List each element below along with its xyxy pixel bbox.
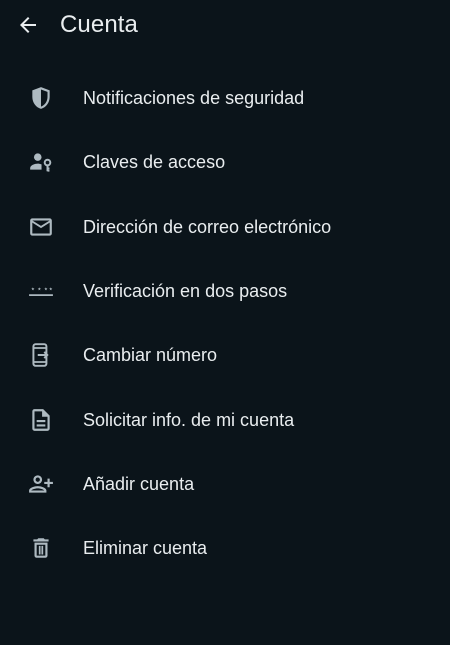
mail-icon [27, 213, 55, 241]
menu-item-email-address[interactable]: Dirección de correo electrónico [0, 195, 450, 259]
menu-item-add-account[interactable]: Añadir cuenta [0, 452, 450, 516]
menu-item-label: Notificaciones de seguridad [83, 88, 305, 109]
shield-icon [27, 84, 55, 112]
menu-item-request-account-info[interactable]: Solicitar info. de mi cuenta [0, 387, 450, 451]
trash-icon [27, 534, 55, 562]
back-button[interactable] [10, 7, 46, 43]
person-add-icon [27, 470, 55, 498]
phone-change-icon [27, 341, 55, 369]
account-menu-list: Notificaciones de seguridad Claves de ac… [0, 66, 450, 580]
menu-item-label: Solicitar info. de mi cuenta [83, 409, 295, 430]
menu-item-label: Cambiar número [83, 345, 218, 366]
document-icon [27, 406, 55, 434]
password-dots-icon [27, 277, 55, 305]
menu-item-label: Claves de acceso [83, 152, 226, 173]
menu-item-label: Verificación en dos pasos [83, 281, 288, 302]
menu-item-label: Añadir cuenta [83, 473, 195, 494]
app-bar: Cuenta [0, 0, 450, 52]
menu-item-change-number[interactable]: Cambiar número [0, 323, 450, 387]
menu-item-label: Eliminar cuenta [83, 538, 208, 559]
menu-item-label: Dirección de correo electrónico [83, 216, 332, 237]
menu-item-security-notifications[interactable]: Notificaciones de seguridad [0, 66, 450, 130]
menu-item-two-step-verification[interactable]: Verificación en dos pasos [0, 259, 450, 323]
page-title: Cuenta [60, 11, 138, 38]
menu-item-delete-account[interactable]: Eliminar cuenta [0, 516, 450, 580]
menu-item-passkeys[interactable]: Claves de acceso [0, 130, 450, 194]
person-key-icon [27, 148, 55, 176]
arrow-back-icon [20, 17, 36, 33]
